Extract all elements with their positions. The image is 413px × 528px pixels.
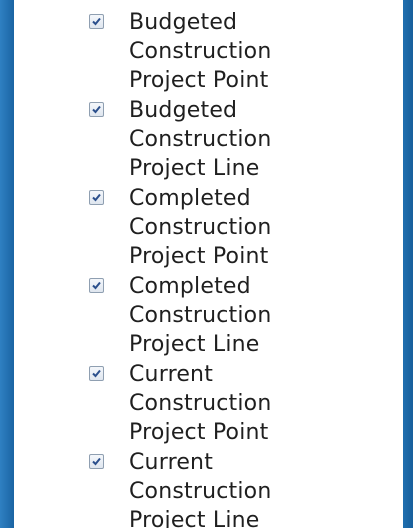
layer-checkbox-budgeted-point[interactable] bbox=[89, 14, 104, 29]
checkmark-icon bbox=[92, 369, 101, 378]
layer-label: Current Construction Project Line bbox=[129, 450, 272, 528]
checkmark-icon bbox=[92, 281, 101, 290]
layer-item-completed-line[interactable]: Completed Construction Project Line bbox=[14, 272, 403, 360]
layer-list-panel: Budgeted Construction Project Point Budg… bbox=[14, 0, 403, 528]
layer-item-budgeted-line[interactable]: Budgeted Construction Project Line bbox=[14, 96, 403, 184]
window-frame-right bbox=[403, 0, 413, 528]
layer-item-current-point[interactable]: Current Construction Project Point bbox=[14, 360, 403, 448]
layer-label: Completed Construction Project Point bbox=[129, 186, 272, 269]
layer-checkbox-completed-point[interactable] bbox=[89, 190, 104, 205]
layer-item-current-line[interactable]: Current Construction Project Line bbox=[14, 448, 403, 528]
checkmark-icon bbox=[92, 193, 101, 202]
layer-list: Budgeted Construction Project Point Budg… bbox=[14, 8, 403, 528]
layer-checkbox-current-line[interactable] bbox=[89, 454, 104, 469]
layer-item-budgeted-point[interactable]: Budgeted Construction Project Point bbox=[14, 8, 403, 96]
layer-label: Budgeted Construction Project Line bbox=[129, 98, 272, 181]
layer-item-completed-point[interactable]: Completed Construction Project Point bbox=[14, 184, 403, 272]
layer-label: Current Construction Project Point bbox=[129, 362, 272, 445]
checkmark-icon bbox=[92, 457, 101, 466]
layer-label: Budgeted Construction Project Point bbox=[129, 10, 272, 93]
layer-checkbox-current-point[interactable] bbox=[89, 366, 104, 381]
layer-label: Completed Construction Project Line bbox=[129, 274, 272, 357]
checkmark-icon bbox=[92, 17, 101, 26]
checkmark-icon bbox=[92, 105, 101, 114]
layer-checkbox-budgeted-line[interactable] bbox=[89, 102, 104, 117]
window-frame-left bbox=[0, 0, 14, 528]
layer-checkbox-completed-line[interactable] bbox=[89, 278, 104, 293]
